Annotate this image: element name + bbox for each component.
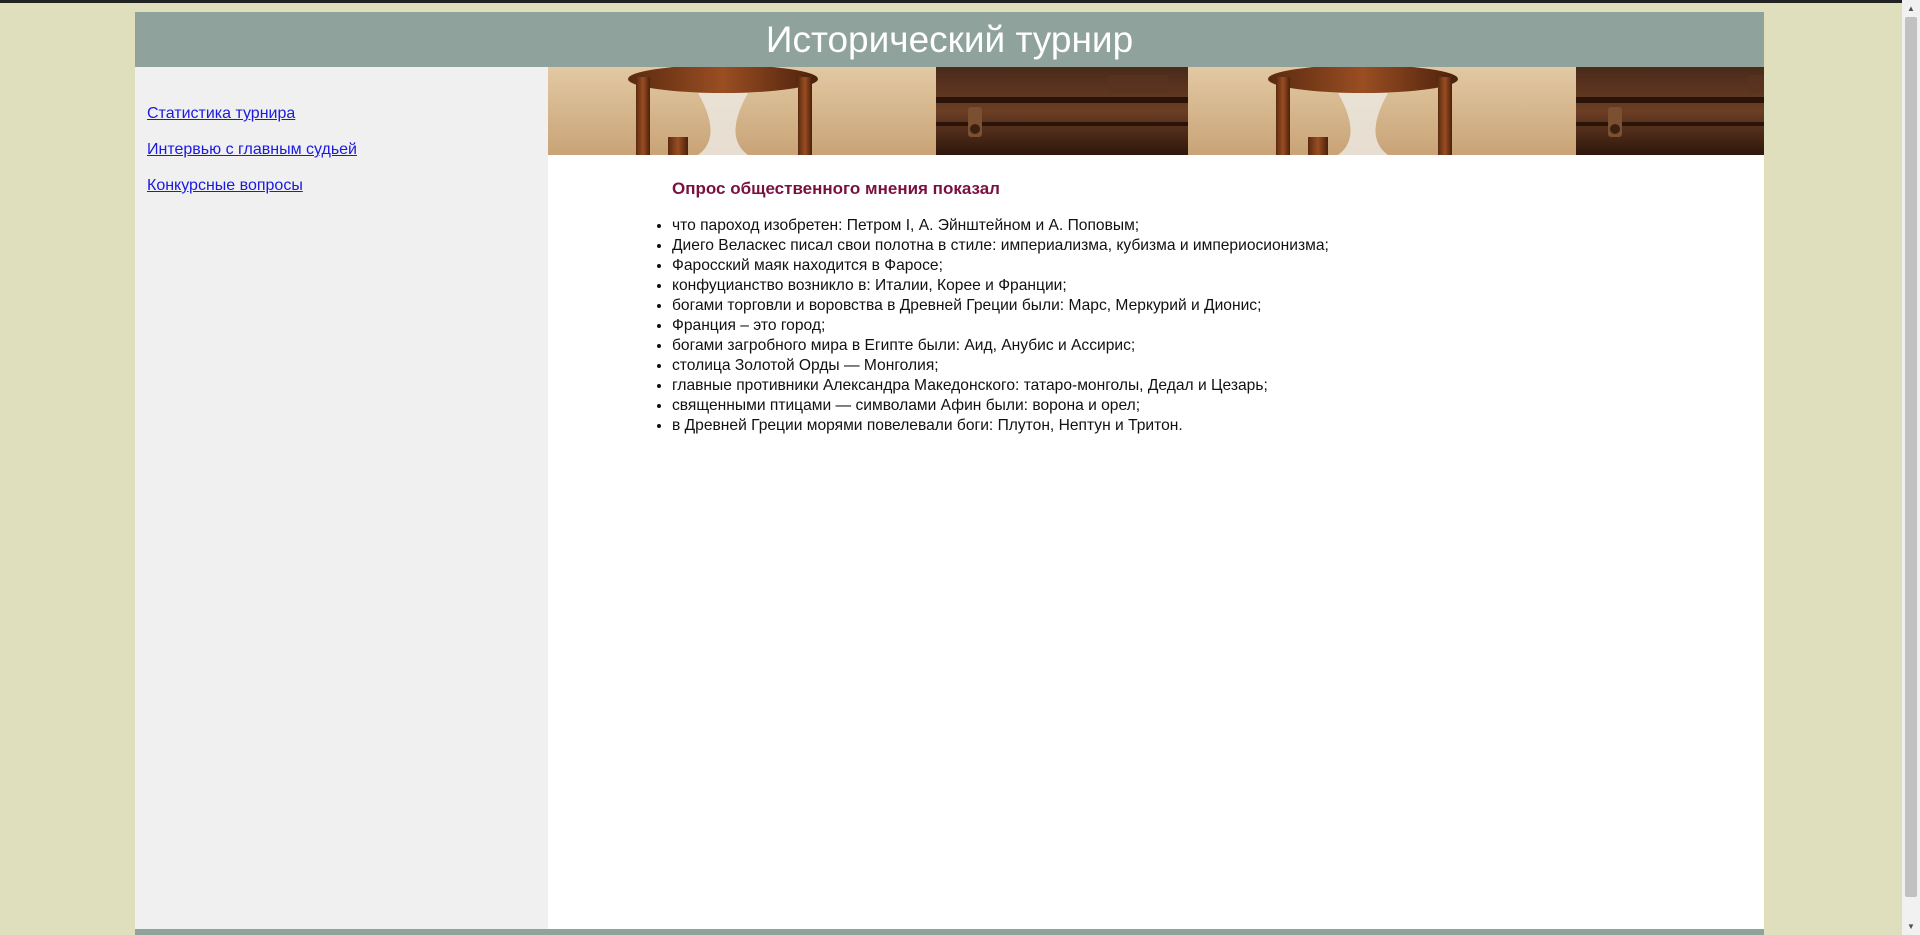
list-item: столица Золотой Орды — Монголия; xyxy=(672,356,1329,376)
scrollbar-thumb[interactable] xyxy=(1905,17,1917,897)
browser-viewport: Исторический турнир Статистика турнира И… xyxy=(0,0,1920,935)
sidebar: Статистика турнира Интервью с главным су… xyxy=(135,67,548,935)
list-item: конфуцианство возникло в: Италии, Корее … xyxy=(672,276,1329,296)
link-judge-interview[interactable]: Интервью с главным судьей xyxy=(147,141,357,158)
sidebar-item-interview: Интервью с главным судьей xyxy=(147,141,357,159)
list-item: что пароход изобретен: Петром I, А. Эйнш… xyxy=(672,216,1329,236)
sidebar-item-stats: Статистика турнира xyxy=(147,105,357,123)
list-item: Диего Веласкес писал свои полотна в стил… xyxy=(672,236,1329,256)
page-container: Исторический турнир Статистика турнира И… xyxy=(135,12,1764,935)
link-tournament-stats[interactable]: Статистика турнира xyxy=(147,105,295,122)
scroll-up-arrow-icon[interactable]: ▲ xyxy=(1902,0,1920,17)
link-contest-questions[interactable]: Конкурсные вопросы xyxy=(147,177,303,194)
window-top-edge xyxy=(0,0,1902,3)
banner-hourglass-chest-illustration xyxy=(548,67,1764,155)
list-item: богами торговли и воровства в Древней Гр… xyxy=(672,296,1329,316)
site-header: Исторический турнир xyxy=(135,12,1764,67)
site-title: Исторический турнир xyxy=(765,19,1134,60)
facts-list: что пароход изобретен: Петром I, А. Эйнш… xyxy=(672,216,1329,436)
list-item: Фаросский маяк находится в Фаросе; xyxy=(672,256,1329,276)
sidebar-nav: Статистика турнира Интервью с главным су… xyxy=(147,105,357,213)
list-item: богами загробного мира в Египте были: Аи… xyxy=(672,336,1329,356)
sidebar-item-questions: Конкурсные вопросы xyxy=(147,177,357,195)
list-item: в Древней Греции морями повелевали боги:… xyxy=(672,416,1329,436)
vertical-scrollbar[interactable]: ▲ ▼ xyxy=(1902,0,1920,935)
scroll-down-arrow-icon[interactable]: ▼ xyxy=(1902,918,1920,935)
footer-bar xyxy=(135,929,1764,935)
list-item: главные противники Александра Македонско… xyxy=(672,376,1329,396)
banner-image xyxy=(548,67,1764,155)
list-item: священными птицами — символами Афин были… xyxy=(672,396,1329,416)
list-item: Франция – это город; xyxy=(672,316,1329,336)
section-heading: Опрос общественного мнения показал xyxy=(672,179,1000,198)
